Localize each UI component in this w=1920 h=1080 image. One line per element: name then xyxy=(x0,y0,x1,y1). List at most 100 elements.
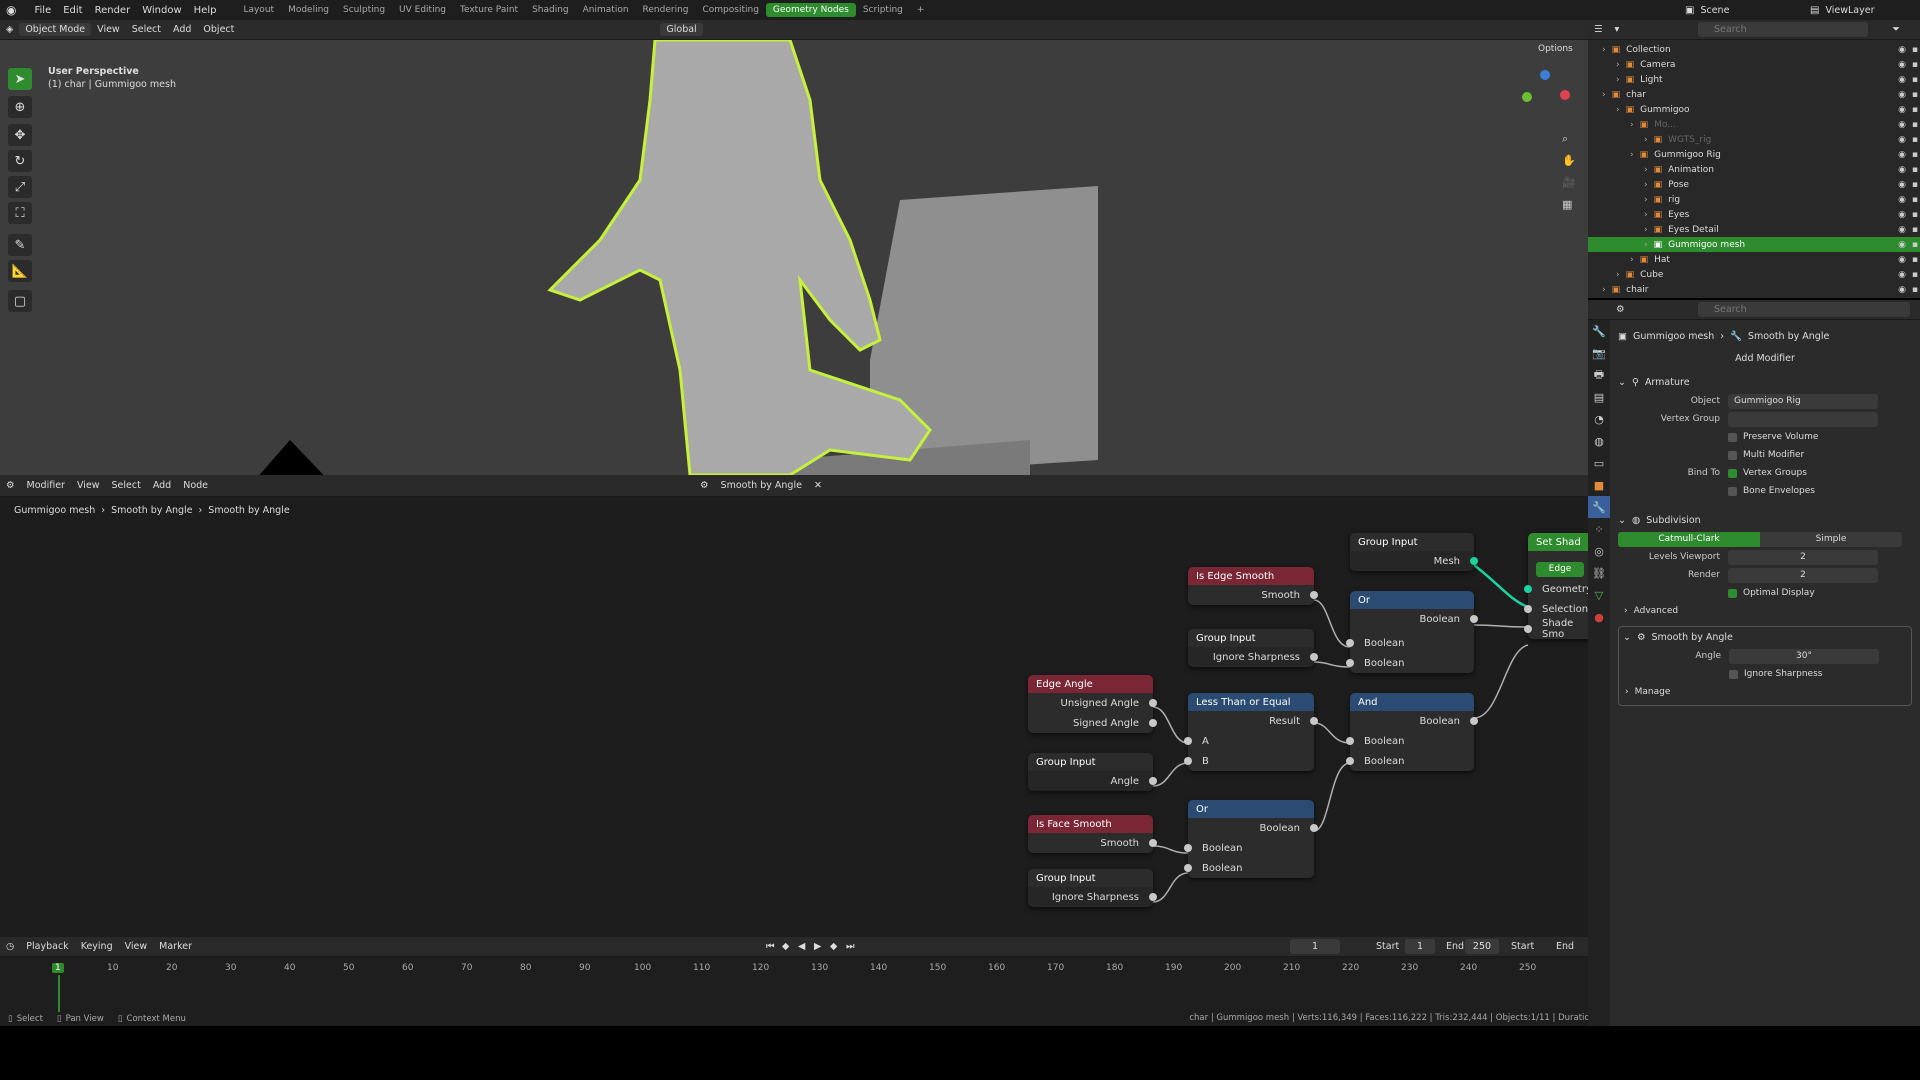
node-group-input-sharpness[interactable]: Group Input Ignore Sharpness xyxy=(1188,629,1318,667)
visibility-eye-icon[interactable]: ◉ xyxy=(1898,240,1906,250)
jump-end-icon[interactable]: ⏭ xyxy=(840,941,861,952)
tab-animation[interactable]: Animation xyxy=(576,3,636,17)
output-tab-icon[interactable]: 🖶 xyxy=(1588,364,1610,386)
simple-button[interactable]: Simple xyxy=(1760,531,1902,547)
expand-arrow-icon[interactable]: › xyxy=(1616,60,1620,70)
camera-view-icon[interactable]: 🎥 xyxy=(1562,176,1576,189)
outliner-row[interactable]: › ▣ Gummigoo mesh ◉ ▪ xyxy=(1588,237,1920,252)
socket-dot-icon[interactable] xyxy=(1310,717,1318,725)
gizmo-y-icon[interactable] xyxy=(1522,92,1532,102)
multi-modifier-checkbox[interactable] xyxy=(1728,450,1737,460)
expand-arrow-icon[interactable]: › xyxy=(1644,210,1648,220)
scene-tab-icon[interactable]: ◔ xyxy=(1588,408,1610,430)
visibility-eye-icon[interactable]: ◉ xyxy=(1898,135,1906,145)
preserve-volume-checkbox[interactable] xyxy=(1728,432,1737,442)
outliner-row[interactable]: › ▣ Collection ◉ ▪ xyxy=(1588,42,1920,57)
properties-editor-icon[interactable]: ⚙ xyxy=(1610,304,1631,315)
properties-search-input[interactable]: Search xyxy=(1698,302,1910,317)
render-camera-icon[interactable]: ▪ xyxy=(1912,45,1918,55)
orientation-dropdown[interactable]: Global xyxy=(660,23,703,36)
outliner-row[interactable]: › ▣ Cube ◉ ▪ xyxy=(1588,267,1920,282)
angle-field[interactable]: 30° xyxy=(1729,648,1879,664)
socket-dot-icon[interactable] xyxy=(1184,844,1192,852)
visibility-eye-icon[interactable]: ◉ xyxy=(1898,180,1906,190)
visibility-eye-icon[interactable]: ◉ xyxy=(1898,105,1906,115)
vertex-groups-checkbox[interactable] xyxy=(1728,468,1737,478)
viewport-menu-view[interactable]: View xyxy=(91,24,126,35)
timeline-ruler[interactable]: 1 10 20 30 40 50 60 70 80 90 100 110 120… xyxy=(0,957,1588,1013)
outliner-row[interactable]: › ▣ WGTS_rig ◉ ▪ xyxy=(1588,132,1920,147)
visibility-eye-icon[interactable]: ◉ xyxy=(1898,270,1906,280)
socket-dot-icon[interactable] xyxy=(1149,893,1157,901)
catmull-clark-button[interactable]: Catmull-Clark xyxy=(1618,531,1760,547)
node-less-than-or-equal[interactable]: Less Than or Equal Result A B xyxy=(1184,693,1318,771)
viewport-menu-object[interactable]: Object xyxy=(197,24,240,35)
visibility-eye-icon[interactable]: ◉ xyxy=(1898,195,1906,205)
visibility-eye-icon[interactable]: ◉ xyxy=(1898,90,1906,100)
render-camera-icon[interactable]: ▪ xyxy=(1912,255,1918,265)
visibility-eye-icon[interactable]: ◉ xyxy=(1898,285,1906,295)
render-camera-icon[interactable]: ▪ xyxy=(1912,105,1918,115)
node-edge-angle[interactable]: Edge Angle Unsigned Angle Signed Angle xyxy=(1028,675,1157,733)
socket-dot-icon[interactable] xyxy=(1524,585,1532,593)
measure-tool-icon[interactable]: 📐 xyxy=(8,260,32,282)
expand-arrow-icon[interactable]: › xyxy=(1616,270,1620,280)
tool-tab-icon[interactable]: 🔧 xyxy=(1588,320,1610,342)
visibility-eye-icon[interactable]: ◉ xyxy=(1898,150,1906,160)
outliner-row[interactable]: › ▣ Animation ◉ ▪ xyxy=(1588,162,1920,177)
manage-subpanel[interactable]: › Manage xyxy=(1619,683,1911,701)
render-camera-icon[interactable]: ▪ xyxy=(1912,270,1918,280)
outliner-row[interactable]: › ▣ Light ◉ ▪ xyxy=(1588,72,1920,87)
editor-type-icon[interactable]: ◈ xyxy=(0,24,19,35)
render-tab-icon[interactable]: 📷 xyxy=(1588,342,1610,364)
edge-domain-button[interactable]: Edge xyxy=(1536,561,1584,577)
socket-dot-icon[interactable] xyxy=(1184,757,1192,765)
grid-view-icon[interactable]: ▦ xyxy=(1562,198,1572,211)
outliner-row[interactable]: › ▣ Mo... ◉ ▪ xyxy=(1588,117,1920,132)
start-frame-field[interactable]: 1 xyxy=(1405,939,1435,954)
tab-uv-editing[interactable]: UV Editing xyxy=(392,3,453,17)
subdivision-header[interactable]: ⌄ ◍ Subdivision xyxy=(1618,510,1912,530)
socket-dot-icon[interactable] xyxy=(1346,757,1354,765)
expand-arrow-icon[interactable]: › xyxy=(1602,285,1606,295)
render-camera-icon[interactable]: ▪ xyxy=(1912,135,1918,145)
timeline-menu-marker[interactable]: Marker xyxy=(153,941,198,952)
outliner-row[interactable]: › ▣ Gummigoo ◉ ▪ xyxy=(1588,102,1920,117)
node-group-input-mesh[interactable]: Group Input Mesh xyxy=(1350,533,1478,571)
outliner-row[interactable]: › ▣ Camera ◉ ▪ xyxy=(1588,57,1920,72)
render-camera-icon[interactable]: ▪ xyxy=(1912,240,1918,250)
timeline-menu-playback[interactable]: Playback xyxy=(20,941,74,952)
node-and[interactable]: And Boolean Boolean Boolean xyxy=(1346,693,1478,771)
gizmo-x-icon[interactable] xyxy=(1560,90,1570,100)
constraints-tab-icon[interactable]: ⛓ xyxy=(1588,562,1610,584)
outliner-row[interactable]: › ▣ Hat ◉ ▪ xyxy=(1588,252,1920,267)
expand-arrow-icon[interactable]: › xyxy=(1644,225,1648,235)
scene-selector[interactable]: ▣ Scene xyxy=(1685,5,1729,16)
expand-arrow-icon[interactable]: › xyxy=(1630,120,1634,130)
render-camera-icon[interactable]: ▪ xyxy=(1912,75,1918,85)
object-mode-dropdown[interactable]: Object Mode xyxy=(19,23,92,36)
particles-tab-icon[interactable]: ⁘ xyxy=(1588,518,1610,540)
outliner-row[interactable]: › ▣ rig ◉ ▪ xyxy=(1588,192,1920,207)
navigation-gizmo[interactable] xyxy=(1522,70,1572,130)
optimal-display-checkbox[interactable] xyxy=(1728,588,1737,598)
socket-dot-icon[interactable] xyxy=(1149,719,1157,727)
tab-shading[interactable]: Shading xyxy=(525,3,576,17)
socket-dot-icon[interactable] xyxy=(1184,864,1192,872)
outliner-row[interactable]: › ▣ Gummigoo Rig ◉ ▪ xyxy=(1588,147,1920,162)
view-layer-tab-icon[interactable]: ▤ xyxy=(1588,386,1610,408)
expand-arrow-icon[interactable]: › xyxy=(1602,45,1606,55)
outliner-row[interactable]: › ▣ Eyes Detail ◉ ▪ xyxy=(1588,222,1920,237)
socket-dot-icon[interactable] xyxy=(1184,737,1192,745)
socket-dot-icon[interactable] xyxy=(1346,639,1354,647)
tab-texture-paint[interactable]: Texture Paint xyxy=(453,3,525,17)
tab-sculpting[interactable]: Sculpting xyxy=(336,3,392,17)
visibility-eye-icon[interactable]: ◉ xyxy=(1898,225,1906,235)
node-set-shade-smooth[interactable]: Set Shad Edge Geometry Selection Shade S… xyxy=(1524,533,1588,640)
viewport-menu-add[interactable]: Add xyxy=(167,24,197,35)
render-levels-field[interactable]: 2 xyxy=(1728,567,1878,583)
node-group-input-sharpness-bottom[interactable]: Group Input Ignore Sharpness xyxy=(1028,869,1157,907)
data-tab-icon[interactable]: ▽ xyxy=(1588,584,1610,606)
levels-viewport-field[interactable]: 2 xyxy=(1728,549,1878,565)
tab-geometry-nodes[interactable]: Geometry Nodes xyxy=(765,3,856,17)
